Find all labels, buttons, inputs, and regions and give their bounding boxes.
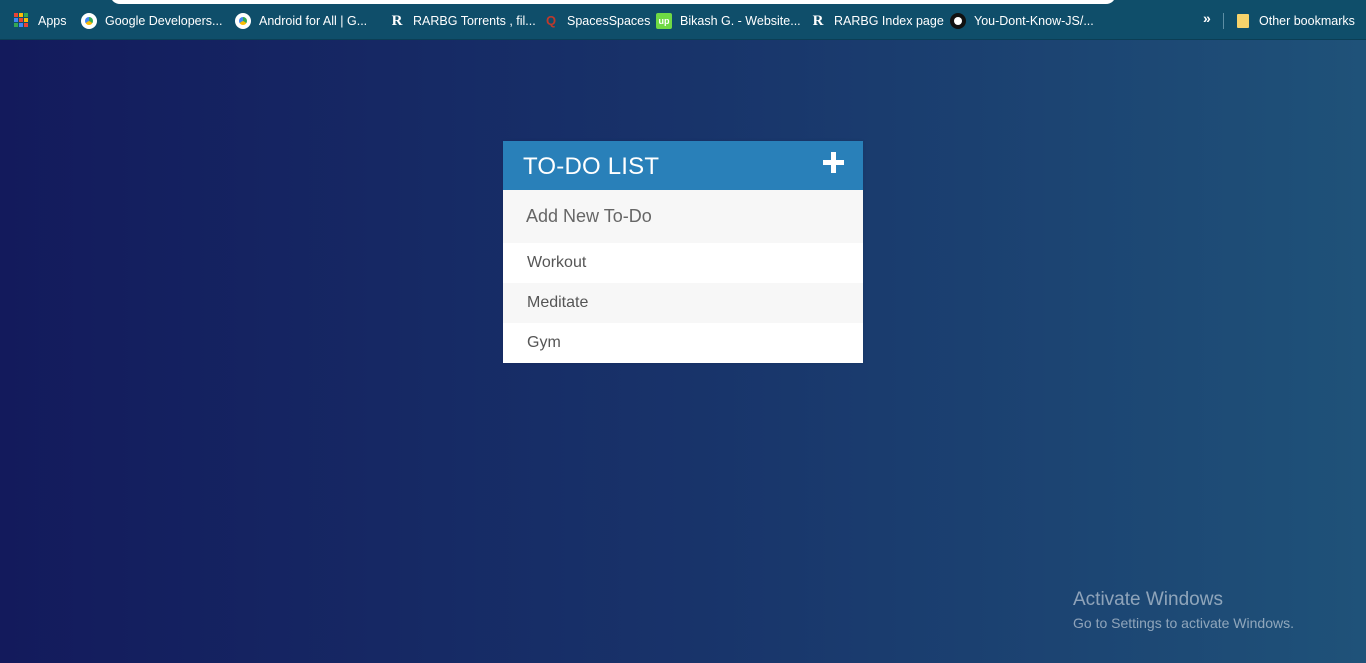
todo-item-gym[interactable]: Gym — [503, 323, 863, 363]
bookmark-rarbg-index[interactable]: R RARBG Index page — [810, 11, 944, 31]
bookmarks-divider — [1223, 13, 1224, 29]
bookmark-you-dont-know-js[interactable]: You-Dont-Know-JS/... — [950, 11, 1094, 31]
bookmark-spaces[interactable]: Q SpacesSpaces — [543, 11, 650, 31]
bookmark-apps[interactable]: Apps — [14, 11, 67, 31]
plus-icon[interactable] — [823, 151, 845, 173]
bookmarks-overflow-chevron-icon[interactable]: » — [1203, 10, 1211, 26]
new-todo-input[interactable] — [503, 190, 863, 243]
rarbg-icon: R — [391, 13, 403, 29]
address-bar-edge[interactable] — [110, 0, 1116, 4]
google-developers-icon — [81, 13, 97, 29]
bookmark-label: Android for All | G... — [259, 14, 368, 28]
watermark-title: Activate Windows — [1073, 589, 1223, 610]
bookmark-rarbg-torrents[interactable]: R RARBG Torrents , fil... — [389, 11, 536, 31]
todo-title: TO-DO LIST — [523, 153, 660, 180]
folder-icon — [1237, 14, 1249, 28]
rarbg-icon: R — [812, 13, 824, 29]
upwork-icon: up — [656, 13, 672, 29]
bookmark-label: RARBG Index page — [834, 14, 944, 28]
bookmark-bikash-website[interactable]: up Bikash G. - Website... — [656, 11, 801, 31]
quora-icon: Q — [545, 13, 557, 28]
bookmark-google-developers[interactable]: Google Developers... — [81, 11, 222, 31]
todo-item-workout[interactable]: Workout — [503, 243, 863, 283]
watermark-subtitle: Go to Settings to activate Windows. — [1073, 615, 1294, 631]
other-bookmarks-folder[interactable]: Other bookmarks — [1237, 11, 1355, 31]
todo-header: TO-DO LIST — [503, 141, 863, 190]
other-bookmarks-label: Other bookmarks — [1259, 14, 1355, 28]
bookmark-label: Google Developers... — [105, 14, 223, 28]
bookmark-label: Bikash G. - Website... — [680, 14, 801, 28]
todo-card: TO-DO LIST Workout Meditate Gym — [503, 141, 863, 363]
bookmarks-bar: Apps Google Developers... Android for Al… — [0, 0, 1366, 40]
google-developers-icon — [235, 13, 251, 29]
todo-item-meditate[interactable]: Meditate — [503, 283, 863, 323]
bookmark-label: RARBG Torrents , fil... — [413, 14, 536, 28]
apps-grid-icon — [14, 13, 30, 29]
github-icon — [950, 13, 966, 29]
bookmark-android-for-all[interactable]: Android for All | G... — [235, 11, 367, 31]
bookmark-label: SpacesSpaces — [567, 14, 651, 28]
bookmark-label: You-Dont-Know-JS/... — [974, 14, 1094, 28]
activate-windows-watermark: Activate Windows Go to Settings to activ… — [1073, 589, 1294, 634]
todo-list: Workout Meditate Gym — [503, 243, 863, 363]
bookmark-label: Apps — [38, 14, 67, 28]
